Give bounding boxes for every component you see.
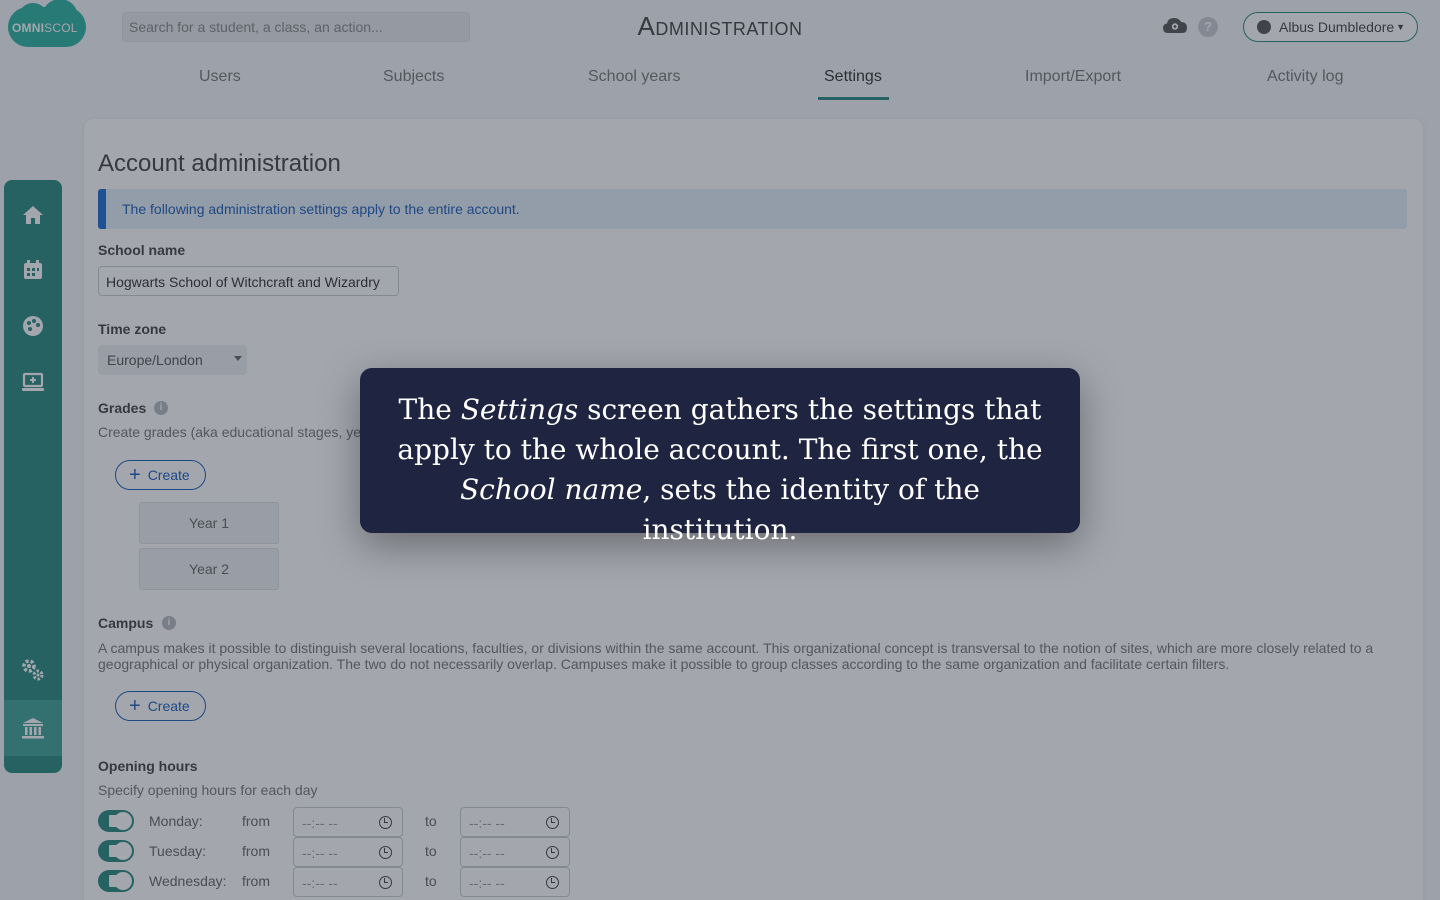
tooltip-emphasis: Settings	[460, 393, 579, 426]
tutorial-tooltip: The Settings screen gathers the settings…	[360, 368, 1080, 546]
tooltip-text: The	[398, 393, 461, 426]
tooltip-emphasis: School name	[460, 473, 643, 506]
